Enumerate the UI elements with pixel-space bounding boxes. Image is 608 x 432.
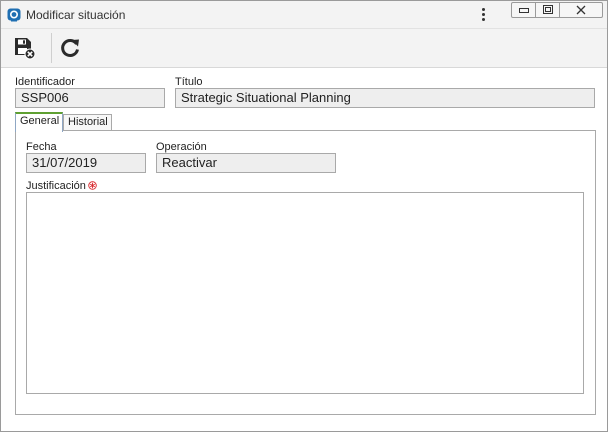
toolbar-separator — [51, 33, 52, 63]
tab-general[interactable]: General — [15, 112, 63, 132]
close-button[interactable] — [559, 2, 603, 18]
more-options-icon[interactable] — [479, 6, 487, 24]
date-field[interactable]: 31/07/2019 — [26, 153, 146, 173]
tab-historial[interactable]: Historial — [63, 114, 112, 131]
maximize-button[interactable] — [535, 2, 560, 18]
date-label: Fecha — [26, 141, 57, 153]
title-bar: Modificar situación — [1, 1, 607, 29]
minimize-button[interactable] — [511, 2, 536, 18]
toolbar — [1, 29, 607, 68]
justification-label-wrap: Justificación — [26, 180, 97, 192]
window-title: Modificar situación — [26, 8, 126, 22]
close-icon — [576, 5, 586, 15]
refresh-icon — [61, 39, 79, 57]
justification-textarea[interactable] — [26, 192, 584, 394]
identifier-label: Identificador — [15, 76, 75, 88]
justification-label: Justificación — [26, 180, 86, 192]
identifier-field[interactable]: SSP006 — [15, 88, 165, 108]
title-label: Título — [175, 76, 203, 88]
required-icon — [88, 181, 97, 190]
refresh-button[interactable] — [56, 34, 84, 62]
save-cancel-button[interactable] — [10, 34, 38, 62]
title-field[interactable]: Strategic Situational Planning — [175, 88, 595, 108]
maximize-icon — [542, 5, 553, 14]
app-icon — [7, 8, 21, 22]
save-cancel-icon — [15, 38, 36, 60]
operation-label: Operación — [156, 141, 207, 153]
minimize-icon — [518, 8, 529, 13]
modify-status-window: Modificar situación Identificador SSP006… — [0, 0, 608, 432]
operation-field[interactable]: Reactivar — [156, 153, 336, 173]
